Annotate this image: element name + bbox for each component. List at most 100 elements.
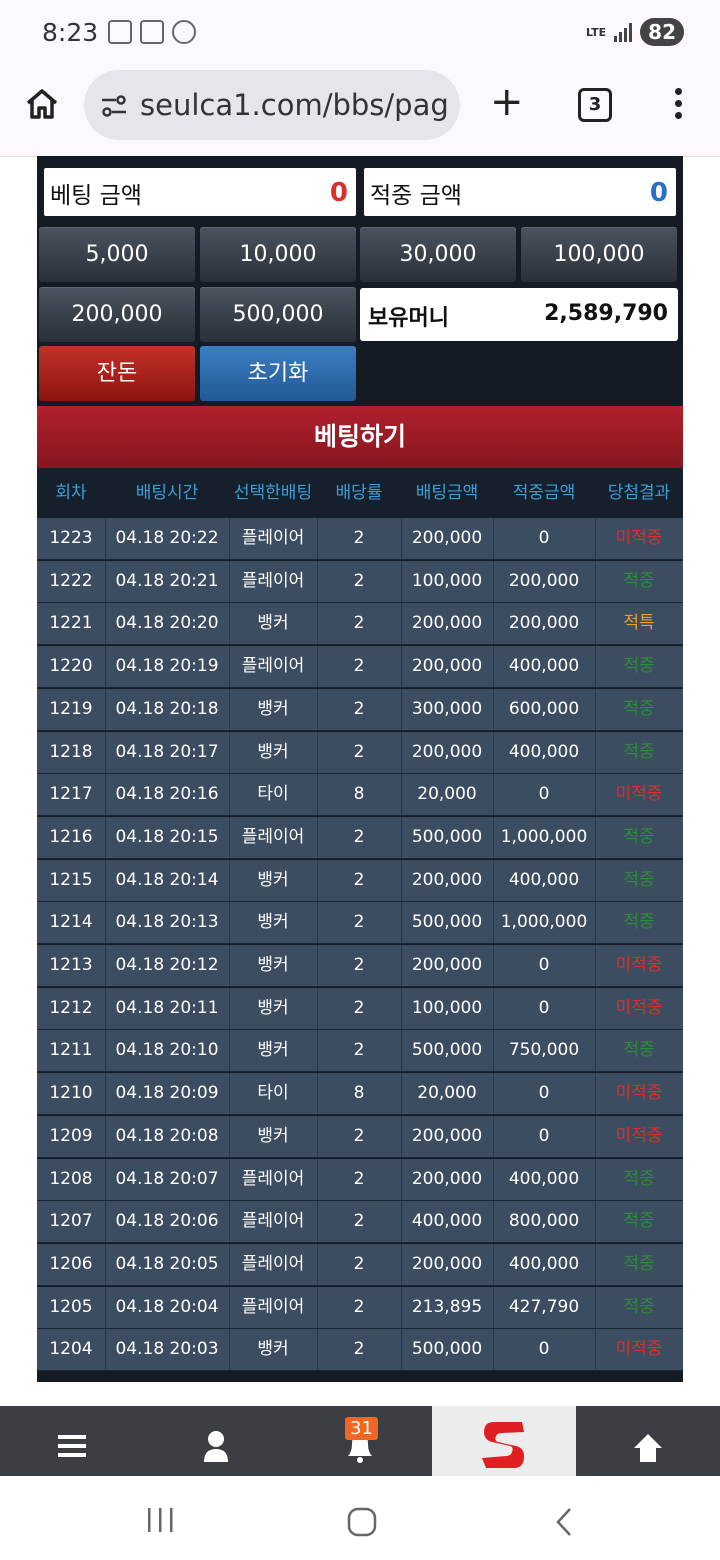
cell-round: 1207: [49, 1211, 93, 1232]
home-nav-icon[interactable]: [346, 1506, 378, 1538]
cell-win: 400,000: [508, 741, 580, 762]
cell-round: 1211: [49, 1040, 93, 1061]
cell-time: 04.18 20:05: [115, 1253, 219, 1274]
table-row: 1207 04.18 20:06 플레이어 2 400,000 800,000 적중: [37, 1201, 683, 1244]
back-icon[interactable]: [552, 1506, 576, 1538]
cell-odds: 2: [353, 912, 365, 933]
cell-win: 400,000: [508, 656, 580, 677]
home-icon[interactable]: [24, 86, 60, 122]
cell-odds: 8: [353, 784, 365, 805]
place-bet-button[interactable]: 베팅하기: [37, 406, 683, 468]
table-row: 1209 04.18 20:08 뱅커 2 200,000 0 미적중: [37, 1115, 683, 1158]
cell-round: 1219: [49, 698, 93, 719]
cell-result: 적중: [623, 826, 655, 847]
cell-result: 적중: [623, 1211, 655, 1232]
tab-switcher-button[interactable]: 3: [578, 88, 612, 122]
cell-win: 600,000: [508, 698, 580, 719]
chip-button-200000[interactable]: 200,000: [39, 287, 195, 342]
header-time: 배팅시간: [135, 483, 199, 503]
table-row: 1213 04.18 20:12 뱅커 2 200,000 0 미적중: [37, 945, 683, 987]
cell-time: 04.18 20:17: [115, 741, 219, 762]
cell-bet: 200,000: [411, 528, 483, 548]
cell-result: 적중: [623, 912, 655, 933]
cell-win: 0: [538, 1125, 550, 1146]
cell-win: 1,000,000: [500, 826, 588, 847]
cell-round: 1220: [49, 656, 93, 677]
chip-button-10000[interactable]: 10,000: [200, 227, 356, 282]
cell-bet: 200,000: [411, 1168, 483, 1189]
chip-button-500000[interactable]: 500,000: [200, 287, 356, 342]
cell-round: 1206: [49, 1253, 93, 1274]
more-menu-icon[interactable]: [670, 88, 686, 124]
cell-win: 750,000: [508, 1040, 580, 1061]
cell-pick: 뱅커: [257, 912, 289, 933]
cell-round: 1222: [49, 570, 93, 591]
table-row: 1216 04.18 20:15 플레이어 2 500,000 1,000,000 적중: [37, 816, 683, 859]
cell-result: 적중: [623, 1253, 655, 1274]
cell-pick: 뱅커: [257, 955, 289, 975]
scroll-top-button[interactable]: [576, 1406, 720, 1476]
cell-odds: 2: [353, 869, 365, 890]
cell-bet: 200,000: [411, 1125, 483, 1146]
cell-round: 1223: [49, 528, 93, 548]
cell-round: 1212: [49, 997, 93, 1018]
cell-win: 1,000,000: [500, 912, 588, 933]
win-amount-box: 적중 금액 0: [364, 168, 676, 216]
bet-amount-label: 베팅 금액: [50, 183, 142, 209]
change-button[interactable]: 잔돈: [39, 346, 195, 401]
site-logo-button[interactable]: [432, 1406, 576, 1476]
cell-win: 200,000: [508, 570, 580, 591]
cell-result: 적중: [623, 570, 655, 591]
cell-odds: 2: [353, 826, 365, 847]
cell-time: 04.18 20:03: [115, 1339, 219, 1360]
cell-time: 04.18 20:10: [115, 1040, 219, 1061]
cell-bet: 200,000: [411, 1253, 483, 1274]
cell-time: 04.18 20:06: [115, 1211, 219, 1232]
menu-button[interactable]: [0, 1406, 144, 1476]
cell-time: 04.18 20:15: [115, 826, 219, 847]
cell-round: 1209: [49, 1125, 93, 1146]
notification-badge: 31: [345, 1417, 378, 1440]
cell-pick: 플레이어: [241, 826, 305, 847]
table-row: 1220 04.18 20:19 플레이어 2 200,000 400,000 적중: [37, 646, 683, 689]
chip-button-100000[interactable]: 100,000: [521, 227, 677, 282]
cell-odds: 2: [353, 1296, 365, 1317]
table-row: 1212 04.18 20:11 뱅커 2 100,000 0 미적중: [37, 987, 683, 1030]
chip-button-5000[interactable]: 5,000: [39, 227, 195, 282]
cell-bet: 200,000: [411, 741, 483, 762]
screenshot-icon: [140, 20, 164, 44]
cell-pick: 뱅커: [257, 613, 289, 634]
user-button[interactable]: [144, 1406, 288, 1476]
cell-pick: 뱅커: [257, 1040, 289, 1061]
cell-pick: 뱅커: [257, 1125, 289, 1146]
status-notification-icons: [108, 20, 196, 44]
cell-win: 0: [538, 955, 550, 975]
battery-level: 82: [640, 18, 684, 46]
header-result: 당첨결과: [607, 483, 671, 503]
site-settings-icon[interactable]: [100, 92, 128, 120]
cell-odds: 2: [353, 656, 365, 677]
table-row: 1222 04.18 20:21 플레이어 2 100,000 200,000 적중: [37, 560, 683, 603]
cell-result: 미적중: [615, 1339, 663, 1360]
recent-apps-icon[interactable]: [146, 1506, 176, 1534]
new-tab-icon[interactable]: +: [490, 82, 524, 122]
cell-time: 04.18 20:11: [115, 997, 219, 1018]
cell-time: 04.18 20:20: [115, 613, 219, 634]
cell-bet: 300,000: [411, 698, 483, 719]
cell-time: 04.18 20:13: [115, 912, 219, 933]
cell-bet: 400,000: [411, 1211, 483, 1232]
chip-button-30000[interactable]: 30,000: [360, 227, 516, 282]
reset-button[interactable]: 초기화: [200, 346, 356, 401]
table-row: 1204 04.18 20:03 뱅커 2 500,000 0 미적중: [37, 1329, 683, 1372]
balance-label: 보유머니: [368, 306, 449, 331]
cell-time: 04.18 20:19: [115, 656, 219, 677]
table-row: 1208 04.18 20:07 플레이어 2 200,000 400,000 적중: [37, 1158, 683, 1201]
table-row: 1211 04.18 20:10 뱅커 2 500,000 750,000 적중: [37, 1030, 683, 1073]
system-nav-bar: [0, 1476, 720, 1560]
cell-time: 04.18 20:22: [115, 528, 219, 548]
cell-bet: 200,000: [411, 869, 483, 890]
table-row: 1218 04.18 20:17 뱅커 2 200,000 400,000 적중: [37, 731, 683, 774]
site-logo: [482, 1422, 524, 1468]
cell-odds: 2: [353, 698, 365, 719]
address-bar[interactable]: seulca1.com/bbs/pag: [84, 70, 460, 140]
